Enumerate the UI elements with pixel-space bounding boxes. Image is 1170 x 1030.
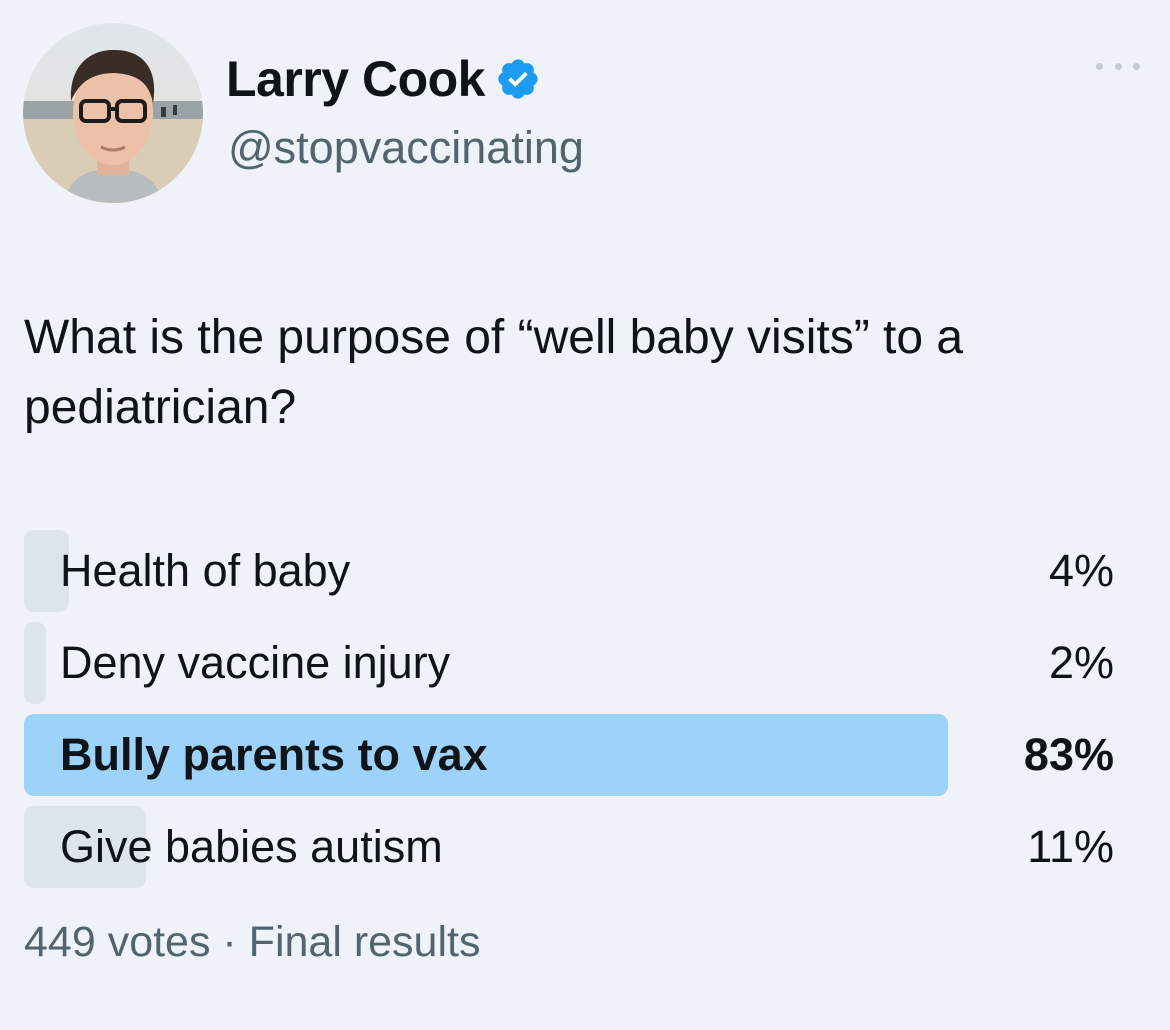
tweet-text: What is the purpose of “well baby visits… (24, 311, 964, 434)
poll-footer: 449 votes · Final results (24, 918, 481, 966)
poll-option-bar (24, 622, 46, 704)
poll-option-label: Health of baby (60, 545, 351, 596)
poll: Health of baby 4% Deny vaccine injury 2%… (24, 530, 1114, 898)
poll-option-percent: 2% (1048, 637, 1114, 688)
verified-badge-icon (495, 56, 541, 102)
author-display-name[interactable]: Larry Cook (226, 50, 485, 108)
more-options-icon[interactable] (1096, 56, 1140, 76)
more-dot (1114, 62, 1122, 70)
avatar-photo (23, 23, 203, 203)
avatar[interactable] (23, 23, 203, 203)
poll-option-percent: 11% (1027, 821, 1114, 872)
author-handle[interactable]: @stopvaccinating (228, 122, 584, 174)
poll-option-label: Bully parents to vax (60, 729, 488, 780)
poll-option: Health of baby 4% (24, 530, 1114, 612)
poll-option-percent: 83% (1023, 729, 1114, 780)
poll-option: Deny vaccine injury 2% (24, 622, 1114, 704)
poll-option-label: Give babies autism (60, 821, 443, 872)
poll-option: Give babies autism 11% (24, 806, 1114, 888)
tweet-card: Larry Cook @stopvaccinating What is the … (0, 0, 1170, 1030)
poll-option-label: Deny vaccine injury (60, 637, 451, 688)
more-dot (1133, 62, 1140, 70)
poll-option: Bully parents to vax 83% (24, 714, 1114, 796)
more-dot (1096, 62, 1103, 70)
author-name-row[interactable]: Larry Cook (226, 44, 541, 114)
poll-option-percent: 4% (1048, 545, 1114, 596)
